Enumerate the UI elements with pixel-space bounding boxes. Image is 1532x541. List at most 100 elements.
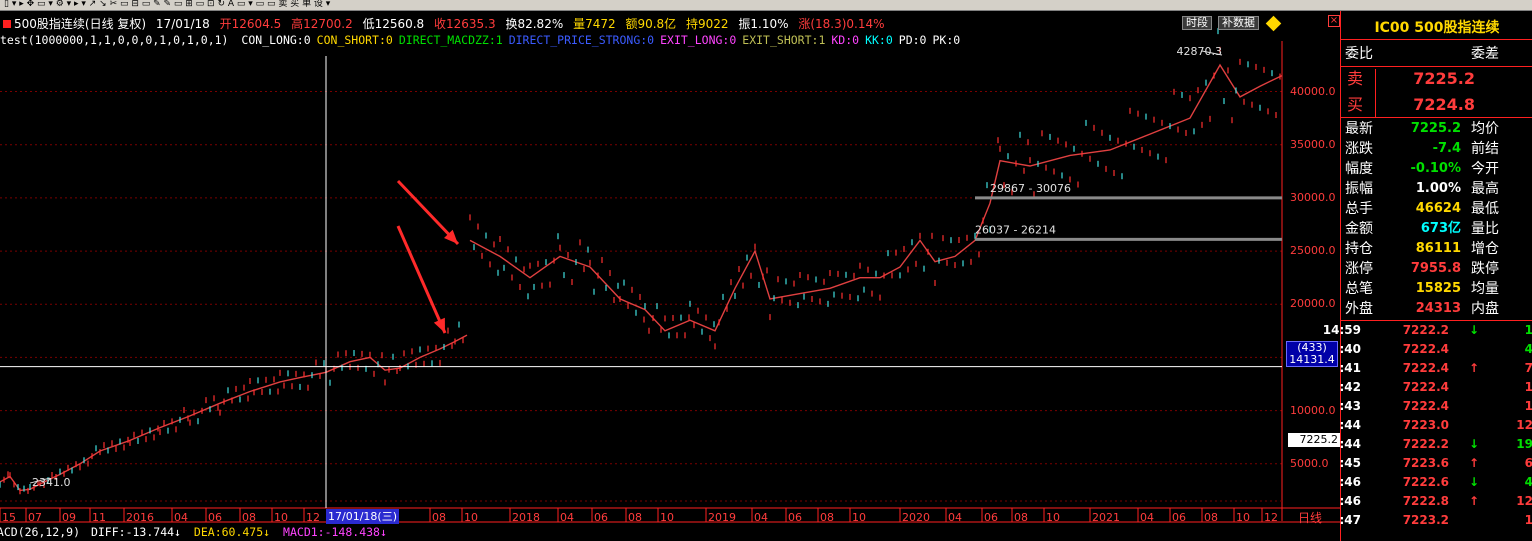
tick-row[interactable]: :46 7222.6 ↓ 4: [1340, 473, 1532, 492]
close-chart-icon[interactable]: ×: [1328, 15, 1340, 27]
tick-direction-icon: ↓: [1469, 475, 1480, 489]
x-tick-label: 08: [1014, 511, 1028, 524]
tick-row[interactable]: :41 7222.4 ↑ 7: [1340, 359, 1532, 378]
x-tick-label: 10: [464, 511, 478, 524]
tick-price: 7223.6: [1402, 456, 1449, 470]
x-tick-label: 06: [208, 511, 222, 524]
quote-label-2: 内盘: [1471, 301, 1499, 317]
amount-value: 额90.8亿: [625, 17, 677, 31]
indicator-line: MACD(26,12,9) DIFF:-13.744↓ DEA:60.475↓ …: [0, 524, 393, 540]
y-tick-label: 35000.0: [1290, 137, 1336, 151]
info-square-icon: [3, 20, 11, 28]
cursor-date-label: 17/01/18(三): [326, 509, 399, 524]
tick-direction-icon: ↑: [1469, 456, 1480, 470]
toolbar-icons[interactable]: ▯ ▾ ▸ ✥ ▭ ▾ ⚙ ▾ ▸ ▾ ↗ ↘ ✂ ▭ ⊟ ▭ ✎ ✎ ▭ ⊞ …: [4, 0, 330, 10]
x-tick-label: 10: [1046, 511, 1060, 524]
tick-row[interactable]: :46 7222.8 ↑ 12: [1339, 492, 1532, 511]
volume-value: 量7472: [573, 17, 616, 31]
period-button[interactable]: 时段: [1182, 16, 1212, 30]
quote-label-2: 量比: [1471, 221, 1499, 237]
tick-volume: 1: [1524, 380, 1532, 394]
quote-row: 涨跌 -7.4 前结: [1341, 139, 1532, 159]
weicha-label: 委差: [1471, 46, 1499, 62]
quote-label: 总手: [1345, 201, 1373, 217]
macd1-value: MACD1:-148.438: [283, 525, 380, 539]
macd1-arrow: ↓: [379, 525, 387, 539]
weibi-row: 委比 委差: [1341, 44, 1532, 64]
tick-time: :43: [1339, 399, 1362, 413]
x-tick-label: 04: [1140, 511, 1154, 524]
y-tick-label: 5000.0: [1290, 456, 1329, 470]
y-tick-label: 40000.0: [1290, 84, 1336, 98]
hold-value: 持9022: [686, 17, 729, 31]
tick-row[interactable]: :40 7222.4 4: [1340, 340, 1532, 359]
period-label[interactable]: 日线: [1298, 509, 1322, 526]
toolbar: ▯ ▾ ▸ ✥ ▭ ▾ ⚙ ▾ ▸ ▾ ↗ ↘ ✂ ▭ ⊟ ▭ ✎ ✎ ▭ ⊞ …: [0, 0, 1532, 11]
tick-price: 7223.2: [1402, 513, 1449, 527]
formula-item: CON_SHORT:0: [316, 33, 393, 47]
fill-data-button[interactable]: 补数据: [1218, 16, 1259, 30]
x-tick-label: 11: [92, 511, 106, 524]
tick-row[interactable]: :43 7222.4 1: [1339, 397, 1532, 416]
tick-direction-icon: ↓: [1469, 323, 1480, 337]
price-annotation: 26037 - 26214: [975, 223, 1056, 236]
tick-time: :44: [1339, 437, 1362, 451]
tick-direction-icon: ↓: [1469, 437, 1480, 451]
formula-item: PK:0: [932, 33, 961, 47]
quote-value: -0.10%: [1410, 161, 1462, 176]
x-tick-label: 07: [28, 511, 42, 524]
quote-label-2: 前结: [1471, 141, 1499, 157]
quote-row: 总笔 15825 均量: [1341, 279, 1532, 299]
tick-time: :46: [1339, 494, 1362, 508]
tick-row[interactable]: 14:59 7222.2 ↓ 1: [1323, 321, 1532, 340]
buy-label: 买: [1347, 95, 1364, 114]
tick-row[interactable]: :47 7223.2 1: [1340, 511, 1532, 530]
quote-label-2: 均量: [1471, 281, 1499, 297]
price-annotation: 29867 - 30076: [990, 182, 1071, 195]
quote-label: 最新: [1345, 121, 1373, 137]
open-value: 开12604.5: [219, 17, 282, 31]
tick-volume: 19: [1516, 437, 1532, 451]
change-value: 涨(18.3)0.14%: [798, 17, 885, 31]
quote-row: 总手 46624 最低: [1341, 199, 1532, 219]
formula-name: test(1000000,1,1,0,0,0,1,0,1,0,1): [0, 33, 229, 47]
formula-item: PD:0: [898, 33, 927, 47]
sell-label: 卖: [1347, 69, 1364, 88]
kline-chart-area[interactable]: 42870.3 2341.0 29867 - 30076 26037 - 26214 …: [0, 11, 1340, 541]
tick-row[interactable]: :44 7223.0 12: [1340, 416, 1532, 435]
cursor-price: 14131.4: [1289, 353, 1335, 366]
tick-price: 7222.2: [1402, 323, 1449, 337]
quote-row: 金额 673亿 量比: [1341, 219, 1532, 239]
y-tick-label: 30000.0: [1290, 190, 1336, 204]
quote-label: 幅度: [1345, 161, 1373, 177]
quote-row: 持仓 86111 增仓: [1341, 239, 1532, 259]
price-chart[interactable]: 42870.3 2341.0 29867 - 30076 26037 - 26214: [0, 11, 1340, 541]
x-tick-label: 15: [2, 511, 16, 524]
formula-item: EXIT_SHORT:1: [742, 33, 826, 47]
formula-item: DIRECT_PRICE_STRONG:0: [508, 33, 655, 47]
x-tick-label: 12: [1264, 511, 1278, 524]
tick-time: :42: [1339, 380, 1362, 394]
quote-label: 振幅: [1345, 181, 1373, 197]
quote-panel: IC00 500股指连续 委比 委差 卖 7225.2 买 7224.8 最新 7…: [1323, 11, 1532, 541]
x-tick-label: 10: [660, 511, 674, 524]
quote-label-2: 最低: [1471, 201, 1499, 217]
tick-row[interactable]: :44 7222.2 ↓ 19: [1339, 435, 1532, 454]
x-tick-label: 12: [306, 511, 320, 524]
tick-price: 7222.6: [1402, 475, 1449, 489]
tick-row[interactable]: :42 7222.4 1: [1339, 378, 1532, 397]
x-tick-label: 04: [948, 511, 962, 524]
panel-divider: [1341, 117, 1532, 118]
x-tick-label: 2021: [1092, 511, 1120, 524]
tick-volume: 1: [1524, 513, 1532, 527]
x-tick-label: 10: [1236, 511, 1250, 524]
quote-value: 86111: [1415, 241, 1461, 256]
x-tick-label: 06: [1172, 511, 1186, 524]
tick-volume: 1: [1524, 399, 1532, 413]
quote-value: 46624: [1415, 201, 1461, 216]
formula-items: CON_LONG:0 CON_SHORT:0 DIRECT_MACDZZ:1 DIRE…: [241, 33, 966, 47]
x-tick-label: 04: [560, 511, 574, 524]
tick-row[interactable]: :45 7223.6 ↑ 6: [1340, 454, 1532, 473]
x-tick-label: 09: [62, 511, 76, 524]
panel-divider: [1341, 66, 1532, 67]
